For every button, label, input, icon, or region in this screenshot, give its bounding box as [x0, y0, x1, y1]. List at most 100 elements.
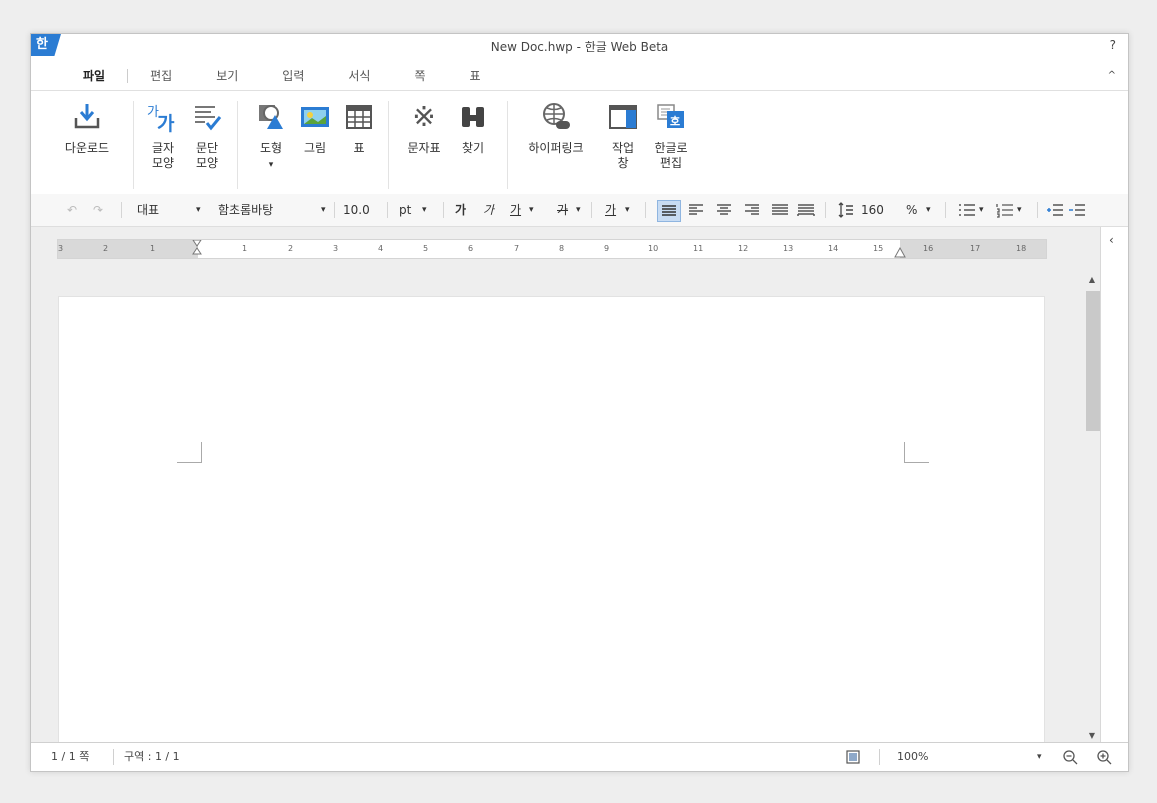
ruler-mark: 17 — [970, 244, 981, 253]
increase-indent-button[interactable] — [1045, 200, 1065, 223]
numbered-dropdown-icon[interactable]: ▾ — [1017, 194, 1022, 226]
hyperlink-button[interactable]: 하이퍼링크 — [517, 101, 595, 156]
font-dropdown-icon[interactable]: ▾ — [321, 194, 326, 226]
status-separator — [113, 749, 114, 765]
shape-icon — [255, 101, 287, 133]
decrease-indent-button[interactable] — [1067, 200, 1087, 223]
divide-button[interactable] — [795, 200, 817, 223]
ruler-mark: 4 — [378, 244, 384, 253]
collapse-ribbon-button[interactable]: ^ — [1108, 70, 1116, 81]
table-button[interactable]: 표 — [337, 101, 381, 156]
bullet-list-button[interactable] — [957, 200, 977, 223]
strikethrough-button[interactable]: 가 — [557, 194, 568, 226]
download-button[interactable]: 다운로드 — [55, 101, 119, 156]
character-map-icon: ※ — [412, 100, 436, 133]
zoom-out-icon[interactable] — [1062, 749, 1078, 765]
ruler-mark: 18 — [1016, 244, 1027, 253]
tab-edit[interactable]: 편집 — [128, 65, 194, 87]
table-icon — [343, 101, 375, 133]
ruler-mark: 3 — [58, 244, 64, 253]
tab-page[interactable]: 쪽 — [392, 65, 447, 87]
edit-in-hangul-label-line1: 한글로 — [654, 141, 688, 155]
divide-icon — [797, 204, 815, 216]
align-right-button[interactable] — [741, 200, 763, 223]
ribbon-separator — [237, 101, 238, 189]
line-spacing-icon — [837, 200, 855, 223]
style-dropdown-icon[interactable]: ▾ — [196, 194, 201, 226]
font-color-button[interactable]: 가 — [605, 194, 616, 226]
help-button[interactable]: ? — [1110, 38, 1116, 52]
line-spacing-input[interactable]: 160 — [861, 194, 884, 226]
ruler-mark: 2 — [103, 244, 109, 253]
unit-dropdown-icon[interactable]: ▾ — [422, 194, 427, 226]
side-panel: ‹ — [1100, 227, 1128, 742]
ruler-mark: 14 — [828, 244, 839, 253]
status-separator — [879, 749, 880, 765]
numbered-list-button[interactable] — [995, 200, 1015, 223]
redo-icon[interactable]: ↷ — [93, 194, 103, 226]
shape-dropdown-arrow[interactable]: ▾ — [269, 160, 274, 170]
task-pane-label-line1: 작업 — [611, 141, 635, 155]
paragraph-shape-button[interactable]: 문단 모양 — [185, 101, 229, 171]
underline-button[interactable]: 가 — [510, 194, 521, 226]
distribute-button[interactable] — [769, 200, 791, 223]
edit-in-hangul-icon: 호 — [655, 101, 687, 133]
expand-panel-icon[interactable]: ‹ — [1109, 233, 1114, 247]
align-justify-button[interactable] — [657, 200, 681, 222]
strike-dropdown-icon[interactable]: ▾ — [576, 194, 581, 226]
underline-dropdown-icon[interactable]: ▾ — [529, 194, 534, 226]
font-select[interactable]: 함초롬바탕 — [218, 194, 273, 226]
tab-table[interactable]: 표 — [448, 65, 503, 87]
align-left-button[interactable] — [685, 200, 707, 223]
paragraph-shape-label-line2: 모양 — [195, 156, 219, 170]
bullet-list-icon — [959, 204, 975, 216]
page-indicator: 1 / 1 쪽 — [51, 750, 90, 763]
zoom-dropdown-icon[interactable]: ▾ — [1037, 743, 1042, 771]
undo-icon[interactable]: ↶ — [67, 194, 77, 226]
char-shape-button[interactable]: 가 가 글자 모양 — [141, 101, 185, 171]
ruler-mark: 8 — [559, 244, 565, 253]
style-select[interactable]: 대표 — [137, 194, 159, 226]
edit-in-hangul-button[interactable]: 호 한글로 편집 — [647, 101, 695, 171]
hyperlink-label: 하이퍼링크 — [528, 141, 584, 155]
download-icon — [71, 101, 103, 133]
tab-format[interactable]: 서식 — [326, 65, 392, 87]
ribbon-separator — [507, 101, 508, 189]
right-indent-marker-icon[interactable] — [894, 246, 906, 258]
task-pane-icon — [607, 101, 639, 133]
font-color-dropdown-icon[interactable]: ▾ — [625, 194, 630, 226]
ruler-mark: 15 — [873, 244, 884, 253]
toolbar-separator — [387, 202, 388, 218]
document-page[interactable] — [58, 296, 1045, 758]
tab-insert[interactable]: 입력 — [260, 65, 326, 87]
line-spacing-dropdown-icon[interactable]: ▾ — [926, 194, 931, 226]
scroll-down-icon[interactable]: ▼ — [1084, 731, 1100, 740]
toolbar-separator — [443, 202, 444, 218]
tab-file[interactable]: 파일 — [61, 65, 127, 87]
zoom-level[interactable]: 100% — [897, 743, 928, 771]
align-center-button[interactable] — [713, 200, 735, 223]
character-map-button[interactable]: ※ 문자표 — [399, 101, 449, 156]
bullet-dropdown-icon[interactable]: ▾ — [979, 194, 984, 226]
bold-button[interactable]: 가 — [455, 194, 466, 226]
ruler-mark: 9 — [604, 244, 610, 253]
increase-indent-icon — [1047, 204, 1063, 216]
zoom-in-icon[interactable] — [1096, 749, 1112, 765]
horizontal-ruler[interactable]: 3 2 1 1 2 3 4 5 6 7 8 9 10 11 12 13 14 1… — [57, 239, 1047, 259]
vertical-scrollbar[interactable]: ▲ ▼ — [1084, 275, 1100, 740]
indent-marker-icon[interactable] — [191, 240, 203, 258]
font-unit-select[interactable]: pt — [399, 194, 411, 226]
font-size-input[interactable]: 10.0 — [343, 194, 370, 226]
scrollbar-thumb[interactable] — [1086, 291, 1100, 431]
find-button[interactable]: 찾기 — [451, 101, 495, 156]
italic-button[interactable]: 가 — [483, 194, 494, 226]
line-spacing-unit[interactable]: % — [906, 194, 917, 226]
shape-button[interactable]: 도형 ▾ — [249, 101, 293, 173]
tab-view[interactable]: 보기 — [194, 65, 260, 87]
scroll-up-icon[interactable]: ▲ — [1084, 275, 1100, 284]
picture-button[interactable]: 그림 — [293, 101, 337, 156]
document-editor[interactable]: 3 2 1 1 2 3 4 5 6 7 8 9 10 11 12 13 14 1… — [31, 227, 1128, 758]
ruler-mark: 13 — [783, 244, 794, 253]
view-mode-icon[interactable] — [846, 750, 860, 764]
task-pane-button[interactable]: 작업 창 — [601, 101, 645, 171]
